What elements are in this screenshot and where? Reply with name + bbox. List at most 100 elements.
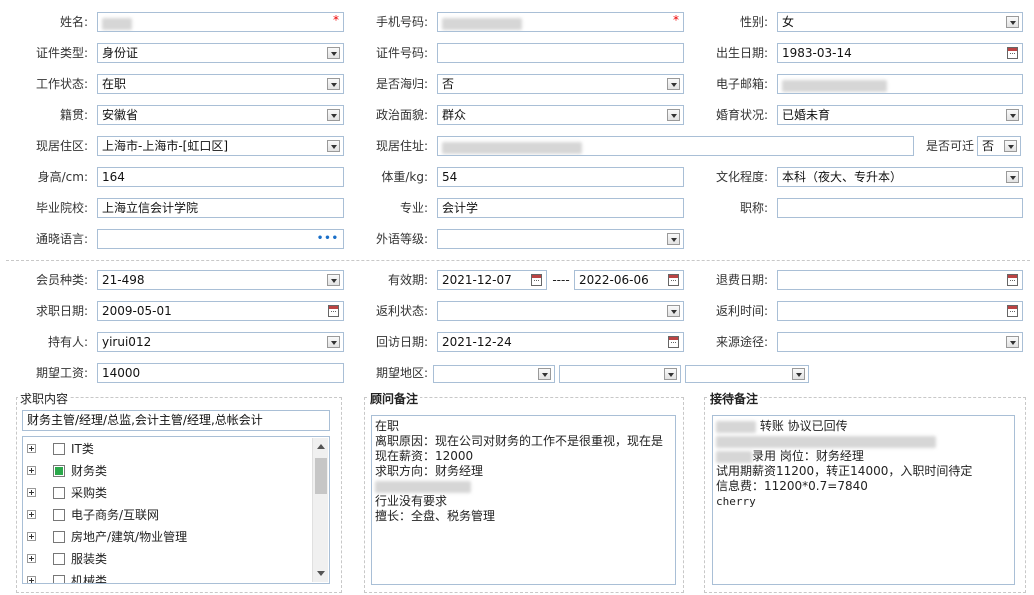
- title-field[interactable]: [777, 198, 1023, 218]
- ellipsis-icon[interactable]: •••: [317, 234, 339, 244]
- height-field[interactable]: 164: [97, 167, 344, 187]
- calendar-icon[interactable]: [1007, 47, 1018, 59]
- id-number-label: 证件号码:: [375, 46, 428, 60]
- chevron-down-icon[interactable]: [1006, 336, 1019, 348]
- plus-expand-icon[interactable]: [27, 554, 36, 563]
- plus-expand-icon[interactable]: [27, 532, 36, 541]
- education-value: 本科（夜大、专升本）: [782, 170, 903, 184]
- visit-date-field[interactable]: 2021-12-24: [437, 332, 684, 352]
- redacted-name: [102, 18, 132, 30]
- returnee-select[interactable]: 否: [437, 74, 684, 94]
- valid-from-field[interactable]: 2021-12-07: [437, 270, 547, 290]
- gender-select[interactable]: 女: [777, 12, 1023, 32]
- plus-expand-icon[interactable]: [27, 510, 36, 519]
- id-type-label: 证件类型:: [35, 46, 88, 60]
- foreign-level-select[interactable]: [437, 229, 684, 249]
- category-checkbox-checked[interactable]: [53, 465, 65, 477]
- salary-field[interactable]: 14000: [97, 363, 344, 383]
- note-line: 转账 协议已回传: [716, 419, 1011, 434]
- major-label: 专业:: [399, 201, 428, 215]
- major-field[interactable]: 会计学: [437, 198, 684, 218]
- native-place-label: 籍贯:: [59, 108, 88, 122]
- job-date-field[interactable]: 2009-05-01: [97, 301, 344, 321]
- chevron-down-icon[interactable]: [327, 336, 340, 348]
- rebate-time-field[interactable]: [777, 301, 1023, 321]
- plus-expand-icon[interactable]: [27, 576, 36, 583]
- plus-expand-icon[interactable]: [27, 488, 36, 497]
- email-field[interactable]: [777, 74, 1023, 94]
- chevron-down-icon[interactable]: [327, 78, 340, 90]
- political-select[interactable]: 群众: [437, 105, 684, 125]
- plus-expand-icon[interactable]: [27, 466, 36, 475]
- id-number-field[interactable]: [437, 43, 684, 63]
- education-select[interactable]: 本科（夜大、专升本）: [777, 167, 1023, 187]
- category-checkbox[interactable]: [53, 553, 65, 565]
- id-type-select[interactable]: 身份证: [97, 43, 344, 63]
- chevron-down-icon[interactable]: [667, 78, 680, 90]
- source-select[interactable]: [777, 332, 1023, 352]
- calendar-icon[interactable]: [1007, 305, 1018, 317]
- residence-address-field[interactable]: [437, 136, 914, 156]
- chevron-down-icon[interactable]: [327, 109, 340, 121]
- scroll-up-icon[interactable]: [317, 444, 325, 449]
- region-district-select[interactable]: [685, 365, 809, 383]
- phone-field[interactable]: *: [437, 12, 684, 32]
- chevron-down-icon[interactable]: [1006, 16, 1019, 28]
- chevron-down-icon[interactable]: [667, 233, 680, 245]
- calendar-icon[interactable]: [531, 274, 542, 286]
- chevron-down-icon[interactable]: [667, 109, 680, 121]
- chevron-down-icon[interactable]: [327, 274, 340, 286]
- birth-date-label: 出生日期:: [715, 46, 768, 60]
- name-field[interactable]: *: [97, 12, 344, 32]
- member-type-label: 会员种类:: [35, 273, 88, 287]
- note-line: 擅长：全盘、税务管理: [375, 509, 496, 523]
- marital-select[interactable]: 已婚未育: [777, 105, 1023, 125]
- residence-area-select[interactable]: 上海市-上海市-[虹口区]: [97, 136, 344, 156]
- calendar-icon[interactable]: [668, 274, 679, 286]
- chevron-down-icon[interactable]: [1006, 109, 1019, 121]
- job-content-title: 求职内容: [18, 390, 71, 407]
- school-field[interactable]: 上海立信会计学院: [97, 198, 344, 218]
- chevron-down-icon[interactable]: [667, 305, 680, 317]
- plus-expand-icon[interactable]: [27, 444, 36, 453]
- birth-date-field[interactable]: 1983-03-14: [777, 43, 1023, 63]
- advisor-notes-textarea[interactable]: 在职 离职原因：现在公司对财务的工作不是很重视，现在是 现在薪资：12000 求…: [371, 415, 676, 585]
- native-place-select[interactable]: 安徽省: [97, 105, 344, 125]
- reception-notes-textarea[interactable]: 转账 协议已回传 录用 岗位：财务经理 试用期薪资11200，转正14000，入…: [712, 415, 1015, 585]
- category-checkbox[interactable]: [53, 531, 65, 543]
- email-label: 电子邮箱:: [715, 77, 768, 91]
- scroll-down-icon[interactable]: [317, 571, 325, 576]
- holder-value: yirui012: [102, 335, 152, 349]
- chevron-down-icon[interactable]: [1006, 171, 1019, 183]
- weight-field[interactable]: 54: [437, 167, 684, 187]
- salary-value: 14000: [102, 366, 141, 380]
- rebate-status-select[interactable]: [437, 301, 684, 321]
- chevron-down-icon[interactable]: [327, 140, 340, 152]
- calendar-icon[interactable]: [328, 305, 339, 317]
- chevron-down-icon[interactable]: [792, 368, 805, 380]
- region-province-select[interactable]: [433, 365, 555, 383]
- holder-label: 持有人:: [47, 335, 88, 349]
- scroll-thumb[interactable]: [315, 458, 327, 494]
- chevron-down-icon[interactable]: [1004, 140, 1017, 152]
- job-category-tree[interactable]: IT类 财务类 采购类 电子商务/互联网 房地产/建筑/物业管理 服装类 机械类: [22, 436, 330, 584]
- relocate-select[interactable]: 否: [977, 136, 1021, 156]
- job-content-selected[interactable]: 财务主管/经理/总监,会计主管/经理,总帐会计: [22, 410, 330, 431]
- work-status-select[interactable]: 在职: [97, 74, 344, 94]
- languages-field[interactable]: •••: [97, 229, 344, 249]
- category-checkbox[interactable]: [53, 575, 65, 583]
- valid-to-field[interactable]: 2022-06-06: [574, 270, 684, 290]
- member-type-select[interactable]: 21-498: [97, 270, 344, 290]
- category-checkbox[interactable]: [53, 509, 65, 521]
- calendar-icon[interactable]: [668, 336, 679, 348]
- category-checkbox[interactable]: [53, 443, 65, 455]
- region-city-select[interactable]: [559, 365, 681, 383]
- holder-select[interactable]: yirui012: [97, 332, 344, 352]
- category-checkbox[interactable]: [53, 487, 65, 499]
- chevron-down-icon[interactable]: [664, 368, 677, 380]
- tree-scrollbar[interactable]: [312, 438, 328, 582]
- refund-date-field[interactable]: [777, 270, 1023, 290]
- chevron-down-icon[interactable]: [327, 47, 340, 59]
- calendar-icon[interactable]: [1007, 274, 1018, 286]
- chevron-down-icon[interactable]: [538, 368, 551, 380]
